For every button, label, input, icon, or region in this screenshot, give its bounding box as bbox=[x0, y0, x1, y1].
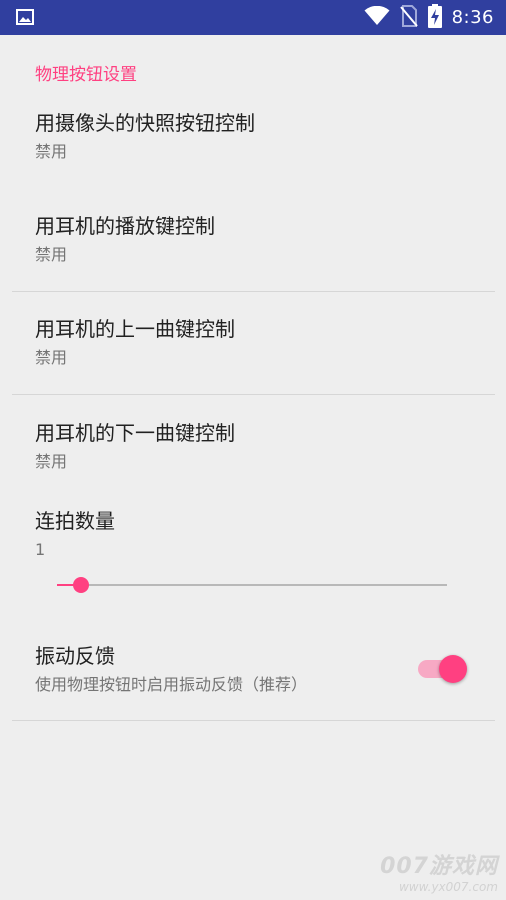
pref-summary: 禁用 bbox=[35, 452, 68, 471]
pref-summary: 禁用 bbox=[35, 348, 68, 367]
pref-title: 用耳机的播放键控制 bbox=[35, 214, 215, 238]
status-icons: 8:36 bbox=[364, 0, 494, 35]
image-notification-icon bbox=[16, 9, 34, 25]
pref-title: 用耳机的上一曲键控制 bbox=[35, 317, 235, 341]
slider-track bbox=[57, 584, 447, 586]
divider bbox=[12, 720, 495, 721]
divider bbox=[12, 291, 495, 292]
pref-title: 用耳机的下一曲键控制 bbox=[35, 421, 235, 445]
battery-charging-icon bbox=[427, 3, 442, 32]
divider bbox=[12, 394, 495, 395]
pref-headset-play-key[interactable]: 用耳机的播放键控制 禁用 bbox=[35, 212, 215, 266]
watermark: 007游戏网 www.yx007.com bbox=[380, 848, 498, 894]
pref-title: 连拍数量 bbox=[35, 509, 115, 533]
pref-summary: 使用物理按钮时启用振动反馈（推荐） bbox=[35, 675, 308, 694]
vibration-toggle-switch[interactable] bbox=[416, 652, 470, 686]
pref-title: 用摄像头的快照按钮控制 bbox=[35, 111, 255, 135]
section-title: 物理按钮设置 bbox=[35, 65, 137, 85]
pref-headset-next-key[interactable]: 用耳机的下一曲键控制 禁用 bbox=[35, 419, 235, 473]
burst-count-slider[interactable] bbox=[57, 573, 447, 597]
pref-camera-snapshot-button[interactable]: 用摄像头的快照按钮控制 禁用 bbox=[35, 109, 255, 163]
pref-headset-prev-key[interactable]: 用耳机的上一曲键控制 禁用 bbox=[35, 315, 235, 369]
no-sim-icon bbox=[399, 4, 418, 31]
pref-burst-count: 连拍数量 1 bbox=[35, 507, 115, 561]
pref-summary: 禁用 bbox=[35, 142, 68, 161]
status-bar: 8:36 bbox=[0, 0, 506, 35]
switch-thumb[interactable] bbox=[439, 655, 467, 683]
pref-vibration-feedback[interactable]: 振动反馈 使用物理按钮时启用振动反馈（推荐） bbox=[35, 642, 307, 696]
pref-title: 振动反馈 bbox=[35, 644, 115, 668]
watermark-logo-text: 007游戏网 bbox=[380, 854, 498, 879]
pref-summary: 禁用 bbox=[35, 245, 68, 264]
burst-count-value: 1 bbox=[35, 540, 46, 559]
clock-time: 8:36 bbox=[451, 7, 494, 28]
watermark-url: www.yx007.com bbox=[398, 880, 498, 894]
wifi-icon bbox=[364, 5, 390, 30]
slider-thumb[interactable] bbox=[73, 577, 89, 593]
